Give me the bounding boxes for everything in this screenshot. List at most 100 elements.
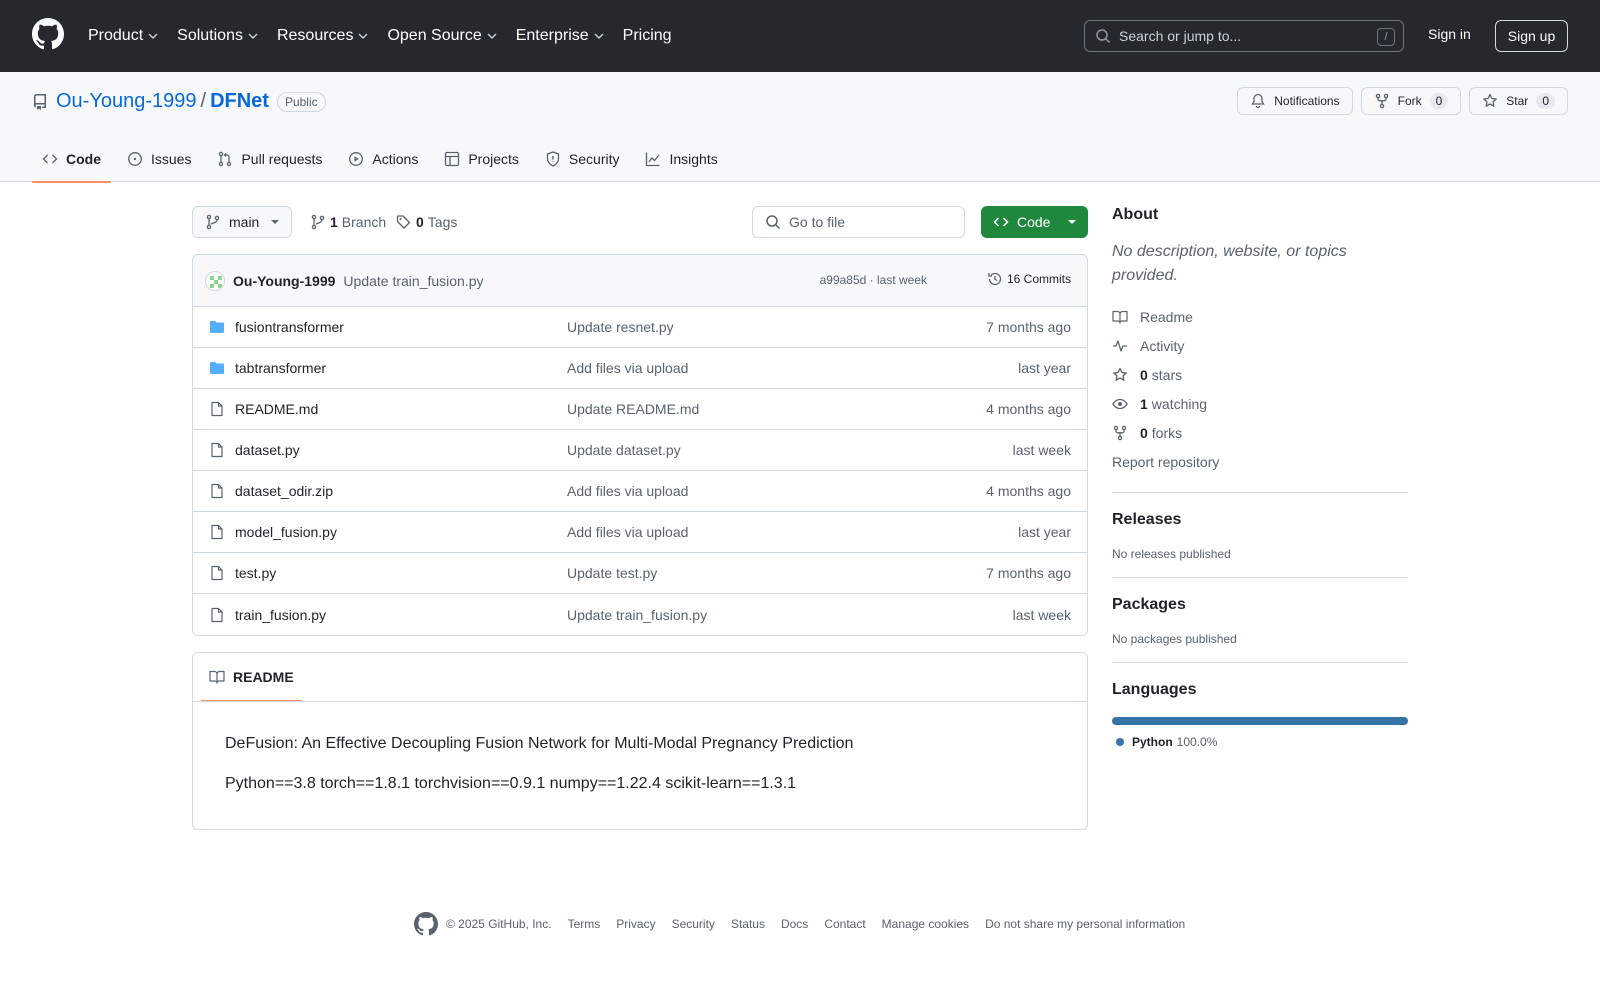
avatar[interactable]: [205, 270, 225, 291]
file-name-link[interactable]: tabtransformer: [235, 360, 326, 376]
file-name-link[interactable]: test.py: [235, 565, 276, 581]
forks-count: 0: [1140, 424, 1148, 441]
file-name-link[interactable]: model_fusion.py: [235, 524, 337, 540]
forks-link[interactable]: 0 forks: [1112, 418, 1408, 447]
repo-name-link[interactable]: DFNet: [210, 90, 269, 113]
tab-code[interactable]: Code: [32, 136, 111, 183]
repo-title: Ou-Young-1999 / DFNet Public: [32, 90, 326, 113]
tab-actions[interactable]: Actions: [338, 136, 428, 182]
footer-link-terms[interactable]: Terms: [568, 917, 601, 931]
file-icon: [211, 524, 223, 540]
file-age: 4 months ago: [986, 401, 1071, 417]
file-commit-link[interactable]: Update README.md: [567, 401, 699, 417]
file-commit-link[interactable]: Add files via upload: [567, 360, 688, 376]
commit-message-link[interactable]: Update train_fusion.py: [343, 273, 483, 289]
chevron-down-icon: [487, 33, 497, 39]
notifications-button[interactable]: Notifications: [1237, 87, 1353, 115]
github-logo-icon[interactable]: [414, 912, 438, 936]
nav-open-source[interactable]: Open Source: [387, 27, 497, 45]
fork-button[interactable]: Fork 0: [1360, 87, 1462, 115]
file-row[interactable]: tabtransformer Add files via upload last…: [193, 348, 1087, 389]
tab-pull-requests[interactable]: Pull requests: [207, 136, 332, 182]
file-commit-link[interactable]: Add files via upload: [567, 483, 688, 499]
global-search-input[interactable]: Search or jump to... /: [1084, 20, 1404, 52]
file-name-link[interactable]: README.md: [235, 401, 318, 417]
commits-history-link[interactable]: 16 Commits: [987, 271, 1071, 287]
chevron-down-icon: [248, 33, 258, 39]
file-row[interactable]: train_fusion.py Update train_fusion.py l…: [193, 594, 1087, 635]
pulse-icon: [1113, 339, 1127, 352]
activity-link[interactable]: Activity: [1112, 331, 1408, 360]
tab-projects[interactable]: Projects: [434, 136, 529, 182]
repo-owner-link[interactable]: Ou-Young-1999: [56, 90, 197, 113]
file-commit-link[interactable]: Add files via upload: [567, 524, 688, 540]
file-row[interactable]: README.md Update README.md 4 months ago: [193, 389, 1087, 430]
code-dropdown-button[interactable]: Code: [981, 206, 1088, 238]
stars-link[interactable]: 0 stars: [1112, 360, 1408, 389]
file-row[interactable]: dataset_odir.zip Add files via upload 4 …: [193, 471, 1087, 512]
commit-author-link[interactable]: Ou-Young-1999: [233, 273, 335, 289]
footer-link-docs[interactable]: Docs: [781, 917, 808, 931]
file-name-link[interactable]: dataset_odir.zip: [235, 483, 333, 499]
nav-enterprise[interactable]: Enterprise: [516, 27, 605, 45]
file-commit-link[interactable]: Update dataset.py: [567, 442, 681, 458]
search-shortcut-key: /: [1377, 28, 1395, 46]
branches-link[interactable]: 1 Branch: [310, 206, 386, 238]
repo-header: Ou-Young-1999 / DFNet Public Notificatio…: [0, 72, 1600, 183]
packages-heading[interactable]: Packages: [1112, 596, 1408, 614]
footer-link-contact[interactable]: Contact: [824, 917, 865, 931]
commit-hash-and-time[interactable]: a99a85d · last week: [820, 273, 927, 287]
file-name-link[interactable]: dataset.py: [235, 442, 300, 458]
github-logo-icon[interactable]: [32, 18, 64, 50]
file-commit-link[interactable]: Update train_fusion.py: [567, 607, 707, 623]
file-row[interactable]: test.py Update test.py 7 months ago: [193, 553, 1087, 594]
nav-product[interactable]: Product: [88, 27, 159, 45]
language-item[interactable]: Python 100.0%: [1112, 735, 1408, 749]
code-button-label: Code: [1017, 214, 1051, 230]
watching-count: 1: [1140, 395, 1148, 412]
about-heading: About: [1112, 206, 1159, 223]
footer-link-status[interactable]: Status: [731, 917, 765, 931]
play-icon: [349, 152, 364, 166]
forks-label: forks: [1151, 424, 1183, 441]
sign-in-link[interactable]: Sign in: [1428, 26, 1471, 42]
tab-insights[interactable]: Insights: [635, 136, 727, 182]
tab-issues[interactable]: Issues: [117, 136, 201, 182]
tags-link[interactable]: 0 Tags: [396, 206, 457, 238]
report-repository-link[interactable]: Report repository: [1112, 447, 1408, 476]
nav-pricing[interactable]: Pricing: [623, 27, 672, 45]
footer-link-privacy[interactable]: Privacy: [616, 917, 655, 931]
footer-link-do-not-share[interactable]: Do not share my personal information: [985, 917, 1185, 931]
go-to-file-placeholder: Go to file: [789, 214, 846, 230]
footer-link-security[interactable]: Security: [672, 917, 715, 931]
go-to-file-input[interactable]: Go to file: [752, 206, 965, 238]
file-commit-link[interactable]: Update test.py: [567, 565, 657, 581]
file-row[interactable]: model_fusion.py Add files via upload las…: [193, 512, 1087, 553]
nav-solutions[interactable]: Solutions: [177, 27, 259, 45]
releases-heading[interactable]: Releases: [1112, 511, 1408, 529]
file-name-link[interactable]: train_fusion.py: [235, 607, 326, 623]
nav-resources[interactable]: Resources: [277, 27, 369, 45]
readme-link[interactable]: Readme: [1112, 302, 1408, 331]
star-button[interactable]: Star 0: [1469, 87, 1568, 115]
file-row[interactable]: fusiontransformer Update resnet.py 7 mon…: [193, 307, 1087, 348]
readme-tab[interactable]: README: [201, 653, 302, 702]
table-icon: [445, 151, 460, 167]
tag-label: Tags: [427, 214, 458, 230]
tab-security[interactable]: Security: [535, 136, 630, 182]
sign-up-button[interactable]: Sign up: [1495, 20, 1568, 52]
pull-request-icon: [219, 151, 232, 167]
chevron-down-icon: [358, 33, 368, 39]
file-row[interactable]: dataset.py Update dataset.py last week: [193, 430, 1087, 471]
about-description: No description, website, or topics provi…: [1112, 243, 1347, 284]
watching-label: watching: [1151, 395, 1208, 412]
tab-pull-requests-label: Pull requests: [241, 151, 323, 167]
file-name-link[interactable]: fusiontransformer: [235, 319, 344, 335]
book-icon: [209, 670, 225, 684]
star-icon: [1483, 93, 1498, 107]
branch-select-button[interactable]: main: [192, 206, 293, 238]
footer-link-manage-cookies[interactable]: Manage cookies: [882, 917, 969, 931]
repo-tabs: Code Issues Pull requests Actions Projec…: [32, 136, 734, 183]
watchers-link[interactable]: 1 watching: [1112, 389, 1408, 418]
file-commit-link[interactable]: Update resnet.py: [567, 319, 674, 335]
